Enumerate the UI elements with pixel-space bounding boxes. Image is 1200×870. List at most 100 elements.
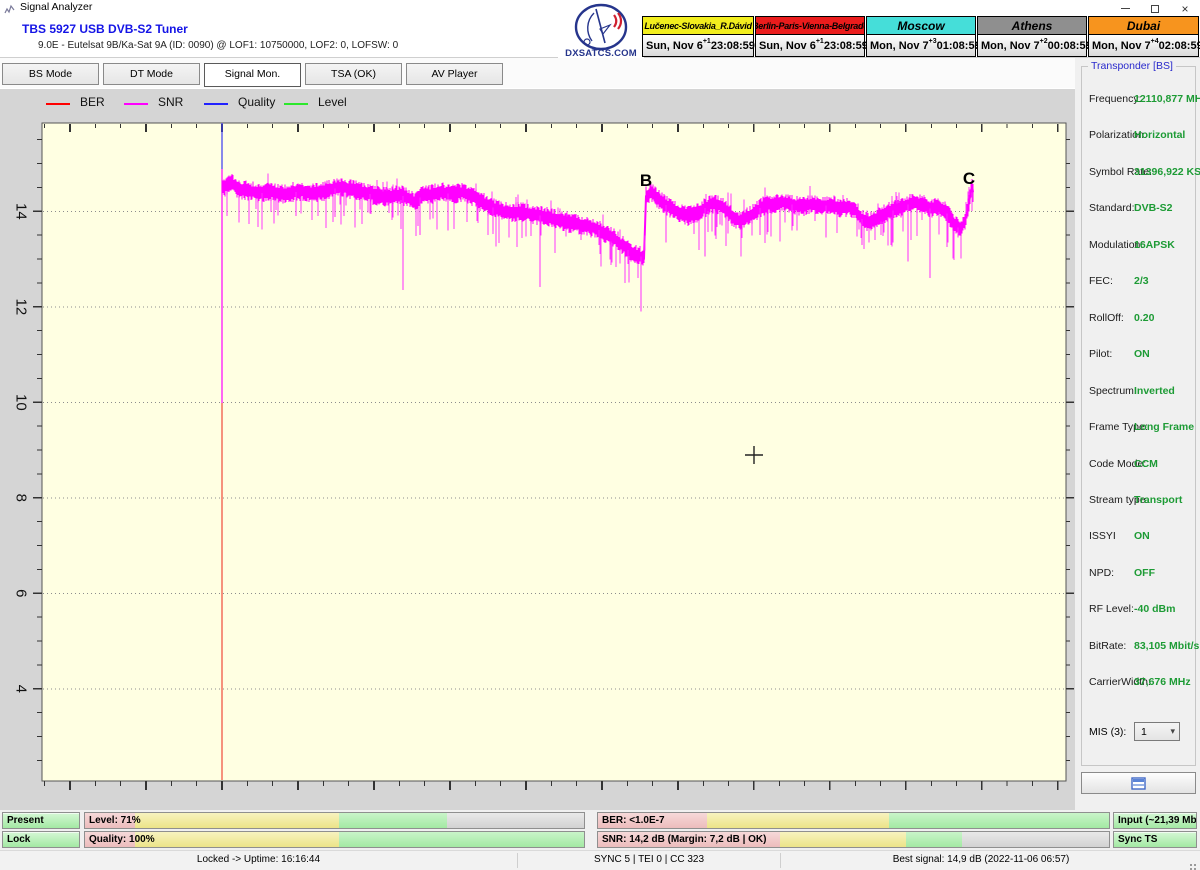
mis-row: MIS (3): 1 ▾ — [1082, 722, 1195, 742]
field-row: RF Level:-40 dBm — [1082, 603, 1195, 617]
y-axis-label: 6 — [13, 589, 30, 597]
quality-bar-label: Quality: 100% — [89, 834, 155, 845]
field-value: 31396,922 KS/s — [1134, 166, 1200, 178]
bar-segment-gray — [962, 832, 1109, 847]
field-row: Modulation:16APSK — [1082, 239, 1195, 253]
clock-time-row: Sun, Nov 6+123:08:59 — [643, 35, 753, 56]
clock-time: 23:08:59 — [711, 40, 755, 52]
field-row: Pilot: ON — [1082, 348, 1195, 362]
bottom-status-bars: Present Lock Level: 71% Quality: 100% BE… — [0, 810, 1200, 850]
resize-grip[interactable] — [1194, 864, 1196, 866]
field-row: Symbol Rate:31396,922 KS/s — [1082, 166, 1195, 180]
field-value: Transport — [1134, 494, 1182, 506]
bar-segment-yellow — [135, 813, 340, 828]
clock-3: MoscowMon, Nov 7+301:08:59 — [866, 16, 976, 57]
y-axis-label: 10 — [13, 394, 30, 411]
window-title: Signal Analyzer — [20, 1, 92, 13]
marker-C: C — [963, 169, 975, 188]
field-label: NPD: — [1089, 567, 1114, 579]
tab-bar: BS ModeDT ModeSignal Mon.TSA (OK)AV Play… — [0, 58, 1075, 88]
ber-bar-label: BER: <1.0E-7 — [602, 815, 665, 826]
mis-selected-value: 1 — [1141, 726, 1147, 738]
sync-status: SYNC 5 | TEI 0 | CC 323 — [518, 854, 780, 865]
y-axis-label: 12 — [13, 298, 30, 315]
sync-ts-indicator: Sync TS — [1113, 831, 1197, 848]
field-row: Spectrum:Inverted — [1082, 385, 1195, 399]
clock-city-label: Lučenec-Slovakia_R.Dávid — [643, 17, 753, 35]
transponder-sidebar: Transponder [BS] Frequency:12110,877 MHz… — [1075, 58, 1200, 810]
signal-monitor-chart-panel: BERSNRQualityLevel 141210864BC — [0, 88, 1075, 810]
field-row: NPD: OFF — [1082, 567, 1195, 581]
clock-time: 02:08:59 — [1159, 40, 1200, 52]
tab-dt-mode[interactable]: DT Mode — [103, 63, 200, 85]
field-row: Code Mode:CCM — [1082, 458, 1195, 472]
clock-city-label: Moscow — [867, 17, 975, 35]
snr-history-plot[interactable]: 14 12 10 8 6 4 B C — [0, 89, 1075, 811]
field-row: Standard:DVB-S2 — [1082, 202, 1195, 216]
tab-tsa-ok-[interactable]: TSA (OK) — [305, 63, 402, 85]
field-row: Stream type:Transport — [1082, 494, 1195, 508]
clock-4: AthensMon, Nov 7+200:08:59 — [977, 16, 1087, 57]
field-value: OFF — [1134, 567, 1155, 579]
utc-offset: +1 — [703, 38, 711, 45]
bar-segment-yellow — [707, 813, 889, 828]
field-value: 83,105 Mbit/s — [1134, 640, 1199, 652]
snr-bar-label: SNR: 14,2 dB (Margin: 7,2 dB | OK) — [602, 834, 766, 845]
bar-segment-gray — [447, 813, 584, 828]
field-value: Long Frame — [1134, 421, 1194, 433]
field-value: DVB-S2 — [1134, 202, 1173, 214]
minimize-button[interactable] — [1110, 0, 1140, 15]
clock-date: Sun, Nov 6 — [759, 40, 816, 52]
field-value: -40 dBm — [1134, 603, 1175, 615]
tab-bs-mode[interactable]: BS Mode — [2, 63, 99, 85]
field-label: FEC: — [1089, 275, 1113, 287]
stream-panel-button[interactable] — [1081, 772, 1196, 794]
device-subtitle: 9.0E - Eutelsat 9B/Ka-Sat 9A (ID: 0090) … — [38, 40, 398, 51]
clock-city-label: Athens — [978, 17, 1086, 35]
field-value: ON — [1134, 348, 1150, 360]
field-row: Polarization:Horizontal — [1082, 129, 1195, 143]
ber-progress-bar: BER: <1.0E-7 — [597, 812, 1110, 829]
present-indicator: Present — [2, 812, 80, 829]
bar-segment-green — [889, 813, 1109, 828]
clock-time-row: Sun, Nov 6+123:08:59 — [756, 35, 864, 56]
field-label: Spectrum: — [1089, 385, 1137, 397]
utc-offset: +3 — [929, 38, 937, 45]
field-row: FEC: 2/3 — [1082, 275, 1195, 289]
mis-select[interactable]: 1 ▾ — [1134, 722, 1180, 741]
lock-indicator: Lock — [2, 831, 80, 848]
level-bar-label: Level: 71% — [89, 815, 141, 826]
field-row: RollOff:0.20 — [1082, 312, 1195, 326]
field-value: 37,676 MHz — [1134, 676, 1191, 688]
close-button[interactable]: × — [1170, 0, 1200, 15]
uptime-status: Locked -> Uptime: 16:16:44 — [0, 854, 517, 865]
tab-signal-mon-[interactable]: Signal Mon. — [204, 63, 301, 87]
maximize-button[interactable] — [1140, 0, 1170, 15]
field-value: 0.20 — [1134, 312, 1154, 324]
tab-av-player[interactable]: AV Player — [406, 63, 503, 85]
clock-2: Berlin-Paris-Vienna-BelgradeSun, Nov 6+1… — [755, 16, 865, 57]
field-value: 2/3 — [1134, 275, 1149, 287]
header: TBS 5927 USB DVB-S2 Tuner 9.0E - Eutelsa… — [0, 16, 1200, 58]
y-axis-label: 4 — [13, 685, 30, 693]
y-axis-label: 8 — [13, 494, 30, 502]
clock-time-row: Mon, Nov 7+402:08:59 — [1089, 35, 1198, 56]
snr-progress-bar: SNR: 14,2 dB (Margin: 7,2 dB | OK) — [597, 831, 1110, 848]
best-signal-status: Best signal: 14,9 dB (2022-11-06 06:57) — [781, 854, 1181, 865]
utc-offset: +2 — [1040, 38, 1048, 45]
dxsatcs-logo: DXSATCS.COM — [558, 2, 644, 60]
utc-offset: +1 — [816, 38, 824, 45]
field-label: ISSYI — [1089, 530, 1116, 542]
clock-city-label: Berlin-Paris-Vienna-Belgrade — [756, 17, 864, 35]
mis-label: MIS (3): — [1089, 726, 1126, 738]
field-value: Horizontal — [1134, 129, 1185, 141]
marker-B: B — [640, 171, 652, 190]
signal-analyzer-window: Signal Analyzer × TBS 5927 USB DVB-S2 Tu… — [0, 0, 1200, 870]
field-label: Pilot: — [1089, 348, 1112, 360]
bar-segment-yellow — [135, 832, 340, 847]
field-label: BitRate: — [1089, 640, 1126, 652]
level-progress-bar: Level: 71% — [84, 812, 585, 829]
clock-date: Sun, Nov 6 — [646, 40, 703, 52]
field-label: Standard: — [1089, 202, 1135, 214]
y-axis-label: 14 — [13, 203, 30, 220]
